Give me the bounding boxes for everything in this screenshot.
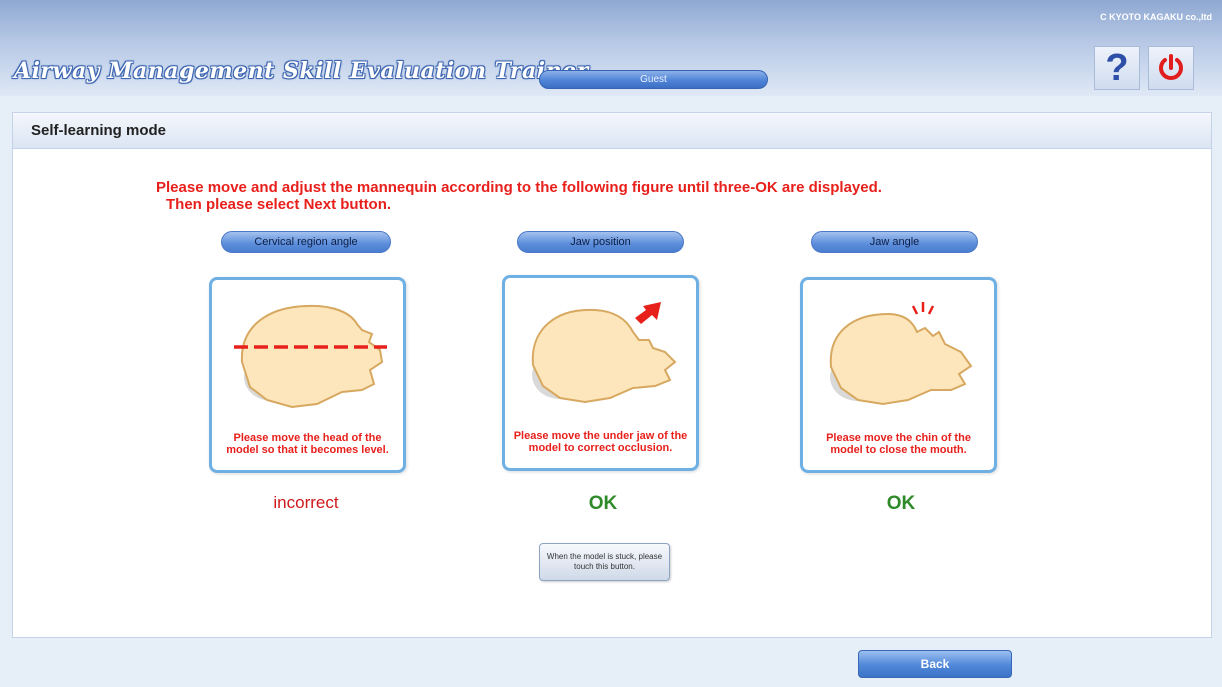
jaw-angle-illustration [829, 302, 973, 406]
cervical-angle-message: Please move the head of the model so tha… [226, 432, 389, 456]
header-bar: C KYOTO KAGAKU co.,ltd Airway Management… [0, 0, 1222, 96]
label-jaw-angle: Jaw angle [811, 231, 978, 253]
help-icon: ? [1105, 47, 1129, 89]
copyright-text: C KYOTO KAGAKU co.,ltd [1100, 12, 1212, 22]
jaw-angle-status: OK [886, 493, 916, 514]
mode-bar: Self-learning mode [12, 112, 1212, 148]
power-icon [1159, 54, 1183, 80]
label-cervical-region-angle: Cervical region angle [221, 231, 391, 253]
head-level-illustration [234, 304, 387, 409]
jaw-angle-message: Please move the chin of the model to clo… [826, 432, 971, 456]
app-title: Airway Management Skill Evaluation Train… [14, 58, 589, 84]
model-stuck-button[interactable]: When the model is stuck, please touch th… [539, 543, 670, 581]
jaw-angle-card: Please move the chin of the model to clo… [800, 277, 997, 473]
instruction-line-1: Please move and adjust the mannequin acc… [156, 179, 882, 196]
power-button[interactable] [1148, 46, 1194, 90]
instruction-text: Please move and adjust the mannequin acc… [156, 179, 1136, 213]
mode-title: Self-learning mode [31, 122, 167, 139]
jaw-position-illustration [531, 302, 677, 404]
instruction-line-2: Then please select Next button. [166, 196, 392, 213]
jaw-position-message: Please move the under jaw of the model t… [513, 430, 688, 454]
cervical-angle-status: incorrect [273, 493, 339, 512]
user-badge: Guest [539, 70, 768, 89]
label-jaw-position: Jaw position [517, 231, 684, 253]
jaw-position-status: OK [588, 493, 618, 514]
cervical-angle-card: Please move the head of the model so tha… [209, 277, 406, 473]
help-button[interactable]: ? [1094, 46, 1140, 90]
back-button[interactable]: Back [858, 650, 1012, 678]
jaw-position-card: Please move the under jaw of the model t… [502, 275, 699, 471]
main-panel: Please move and adjust the mannequin acc… [12, 148, 1212, 638]
